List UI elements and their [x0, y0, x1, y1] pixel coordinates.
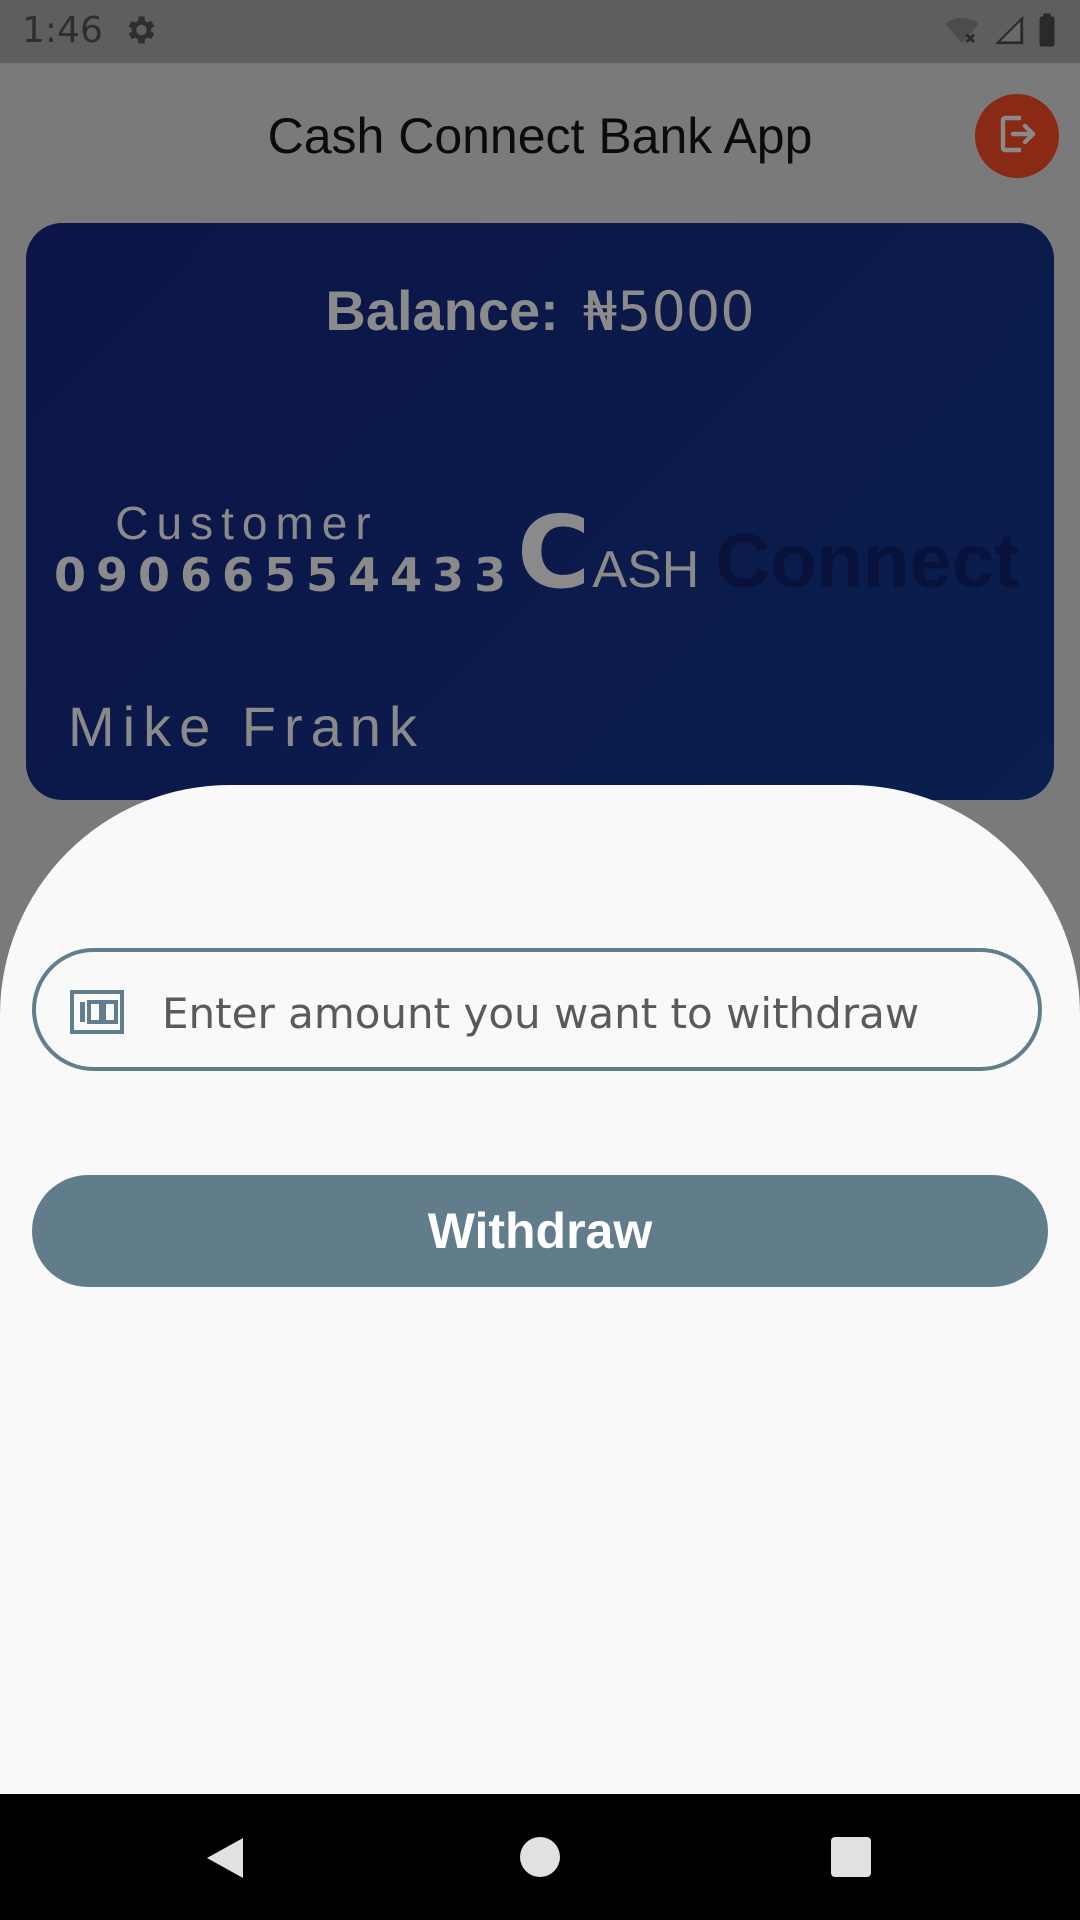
back-icon[interactable] — [205, 1836, 245, 1885]
money-icon — [70, 990, 124, 1039]
balance-label: Balance: — [325, 279, 559, 342]
status-icons — [942, 12, 1058, 58]
brand-connect: Connect — [715, 519, 1020, 604]
logout-button[interactable] — [975, 94, 1059, 178]
gear-icon — [122, 12, 158, 58]
home-icon[interactable] — [520, 1837, 560, 1877]
signal-icon — [992, 12, 1026, 58]
page-title: Cash Connect Bank App — [267, 108, 813, 164]
amount-field[interactable] — [32, 948, 1042, 1071]
brand-c: C — [517, 494, 591, 611]
status-time: 1:46 — [22, 10, 103, 51]
customer-number: 09066554433 — [54, 548, 517, 602]
customer-label: Customer — [115, 497, 379, 549]
withdraw-button[interactable]: Withdraw — [32, 1175, 1048, 1287]
balance-value: ₦5000 — [582, 280, 755, 343]
wifi-off-icon — [942, 12, 982, 58]
balance-row: Balance: ₦5000 — [0, 278, 1080, 343]
status-bar: 1:46 — [0, 0, 1080, 63]
withdraw-sheet — [0, 785, 1080, 1794]
battery-icon — [1036, 12, 1058, 58]
logout-icon — [993, 110, 1041, 163]
brand-logo: CASH Connect — [517, 494, 1019, 611]
amount-input[interactable] — [160, 978, 1024, 1048]
recents-icon[interactable] — [831, 1837, 871, 1877]
brand-ash: ASH — [592, 541, 700, 599]
card-holder-name: Mike Frank — [68, 695, 425, 758]
